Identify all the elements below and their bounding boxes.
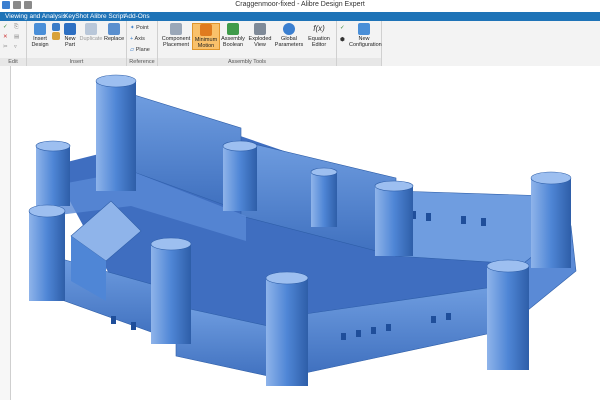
config-small-icon[interactable]: ⬢ (340, 37, 345, 43)
assembly-tools-group: Component Placement Minimum Motion Assem… (158, 21, 337, 66)
tower-east (530, 171, 572, 268)
duplicate-button[interactable]: Duplicate (79, 23, 103, 42)
configuration-group: ✓ ⬢ New Configuration (337, 21, 382, 66)
tower-west (35, 140, 71, 206)
design-explorer-panel[interactable] (0, 66, 11, 400)
global-parameters-button[interactable]: Global Parameters (274, 23, 304, 48)
plane-icon: ▱ (130, 47, 135, 53)
tower-keep (310, 167, 338, 227)
menu-alibre-script[interactable]: Alibre Script (90, 13, 125, 20)
insert-group: Insert Design New Part Duplicate Replace… (27, 21, 127, 66)
component-placement-button[interactable]: Component Placement (161, 23, 191, 48)
assembly-tools-group-title: Assembly Tools (158, 58, 336, 66)
insert-design-button[interactable]: Insert Design (30, 23, 50, 48)
menu-keyshot[interactable]: KeyShot (64, 13, 89, 20)
cut-icon[interactable]: ✂ (3, 44, 8, 50)
exploded-view-icon (254, 23, 266, 35)
new-configuration-button[interactable]: New Configuration (349, 23, 382, 48)
equation-editor-icon: f(x) (313, 24, 325, 33)
configuration-group-title (337, 58, 381, 66)
paste-icon[interactable]: ▤ (14, 34, 19, 40)
window-title: Craggenmoor-fixed - Alibre Design Expert (235, 1, 365, 8)
edit-group-title: Edit (0, 58, 26, 66)
duplicate-icon (85, 23, 97, 35)
replace-icon (108, 23, 120, 35)
new-part-icon (64, 23, 76, 35)
assembly-boolean-icon (227, 23, 239, 35)
insert-design-icon (34, 23, 46, 35)
copy-icon[interactable]: ⎘ (14, 24, 18, 31)
equation-editor-button[interactable]: f(x) Equation Editor (305, 23, 333, 48)
insert-extra-buttons (51, 23, 61, 41)
tower-southwest (28, 204, 66, 301)
minimum-motion-button[interactable]: Minimum Motion (192, 23, 220, 50)
edit-group: ✓ ⎘ ✕ ▤ ✂ ▿ Edit (0, 21, 27, 66)
right-wall (395, 190, 552, 267)
select-icon[interactable]: ▿ (14, 44, 17, 50)
delete-icon[interactable]: ✕ (3, 34, 8, 40)
axis-button[interactable]: + Axis (130, 36, 145, 42)
component-placement-icon (170, 23, 182, 35)
global-parameters-icon (283, 23, 295, 35)
new-configuration-icon (358, 23, 370, 35)
new-part-button[interactable]: New Part (62, 23, 78, 48)
tower-south-center (265, 271, 309, 386)
menu-viewing-and-analysis[interactable]: Viewing and Analysis (5, 13, 66, 20)
3d-viewport[interactable] (11, 66, 600, 400)
insert-group-title: Insert (27, 58, 126, 66)
menu-add-ons[interactable]: Add-Ons (124, 13, 150, 20)
point-button[interactable]: ✦ Point (130, 25, 149, 31)
reference-group-title: Reference (127, 58, 157, 66)
insert-small-icon-2[interactable] (52, 32, 60, 40)
check-small-icon[interactable]: ✓ (340, 25, 345, 31)
castle-model[interactable] (11, 66, 600, 400)
assembly-boolean-button[interactable]: Assembly Boolean (220, 23, 246, 48)
insert-small-icon-1[interactable] (52, 23, 60, 31)
tower-northwest (95, 74, 137, 191)
plane-button[interactable]: ▱ Plane (130, 47, 150, 53)
reference-group: ✦ Point + Axis ▱ Plane Reference (127, 21, 158, 66)
exploded-view-button[interactable]: Exploded View (247, 23, 273, 48)
point-icon: ✦ (130, 25, 135, 31)
tower-southeast (486, 259, 530, 370)
menu-bar: Viewing and Analysis KeyShot Alibre Scri… (0, 12, 600, 21)
replace-button[interactable]: Replace (104, 23, 124, 42)
check-icon[interactable]: ✓ (3, 24, 8, 30)
tower-inner (222, 140, 258, 211)
ribbon: ✓ ⎘ ✕ ▤ ✂ ▿ Edit Insert Design New Part … (0, 21, 600, 67)
minimum-motion-icon (200, 24, 212, 36)
axis-icon: + (130, 36, 134, 42)
tower-center-south (150, 237, 192, 344)
tower-east-inner (374, 180, 414, 256)
